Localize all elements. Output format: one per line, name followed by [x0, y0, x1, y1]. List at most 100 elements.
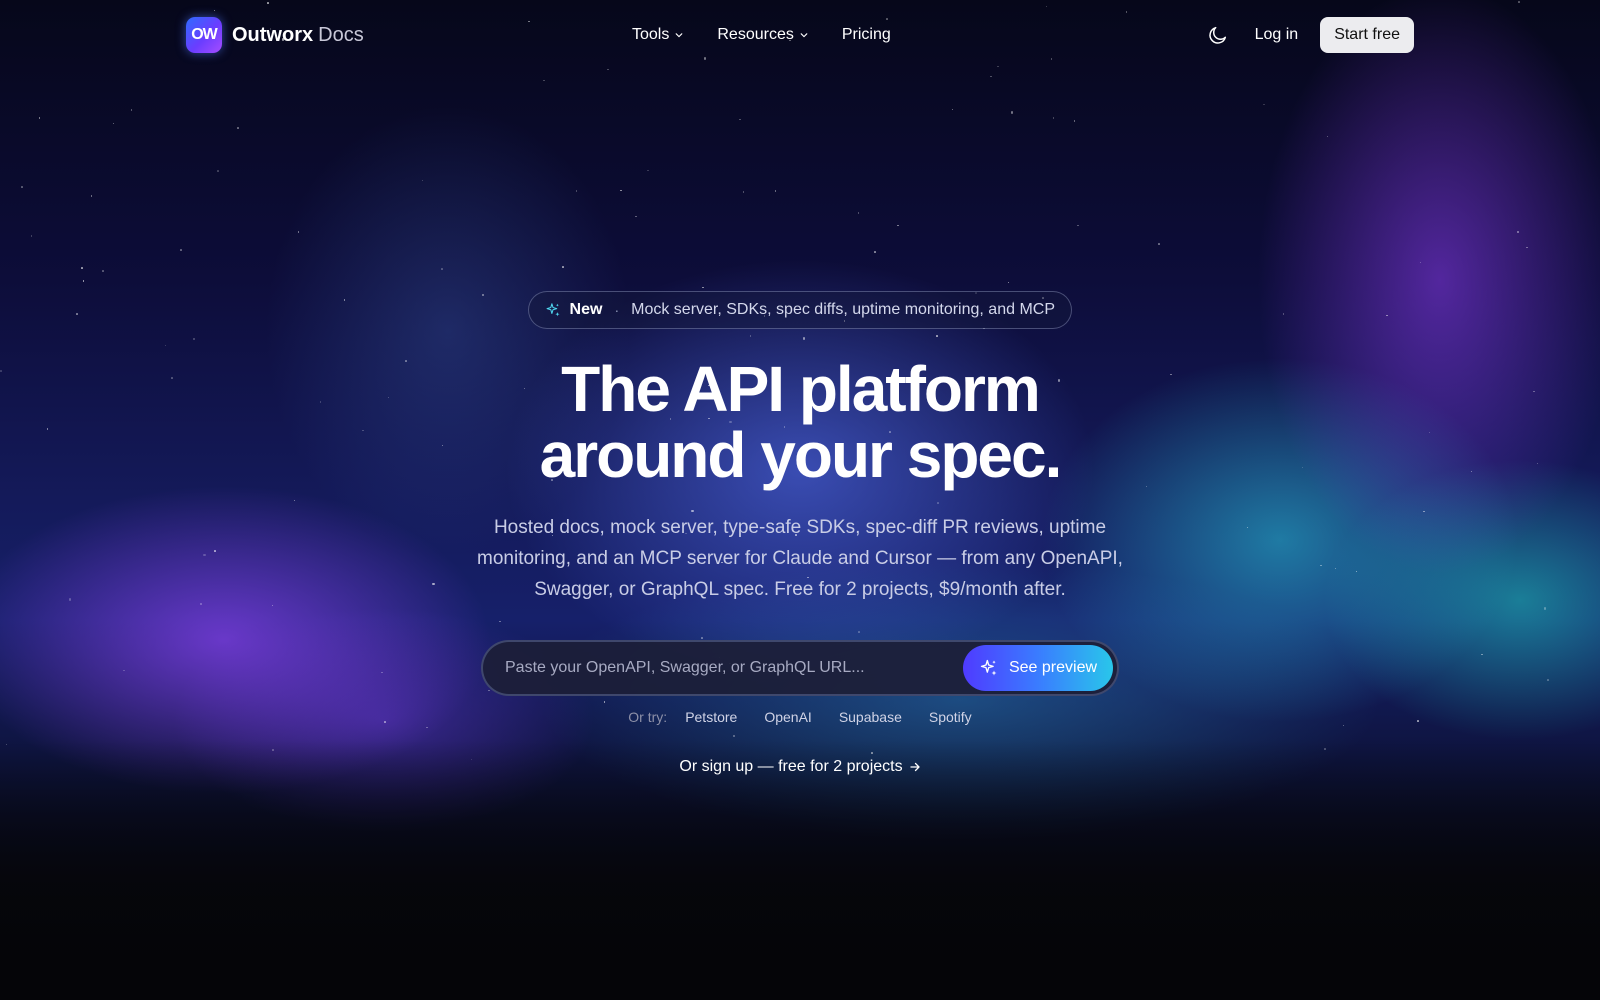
badge-new-label: New — [569, 301, 603, 318]
bottom-fade — [0, 740, 1600, 1000]
badge-text: Mock server, SDKs, spec diffs, uptime mo… — [631, 301, 1055, 318]
star-dot — [199, 602, 203, 606]
star-dot — [499, 620, 501, 623]
star-dot — [213, 9, 216, 12]
star-dot — [343, 299, 346, 301]
star-dot — [1045, 5, 1048, 8]
star-dot — [607, 68, 609, 71]
star-dot — [635, 215, 637, 218]
star-dot — [543, 79, 545, 82]
spec-url-input[interactable] — [505, 659, 963, 677]
nav-pricing-label: Pricing — [841, 26, 891, 43]
star-dot — [123, 669, 125, 672]
signup-link[interactable]: Or sign up — free for 2 projects — [679, 758, 920, 776]
star-dot — [164, 344, 167, 347]
star-dot — [749, 335, 752, 337]
star-dot — [1419, 261, 1421, 264]
brand-link[interactable]: OW Outworx Docs — [186, 17, 364, 53]
star-dot — [1158, 243, 1160, 245]
star-dot — [203, 553, 206, 557]
star-dot — [732, 734, 736, 738]
star-dot — [897, 224, 899, 226]
star-dot — [426, 726, 428, 729]
login-link[interactable]: Log in — [1255, 26, 1299, 44]
star-dot — [1320, 564, 1322, 567]
signup-row: Or sign up — free for 2 projects — [0, 758, 1600, 776]
star-dot — [180, 249, 182, 251]
star-dot — [990, 75, 992, 78]
try-label: Or try: — [628, 709, 668, 725]
chevron-down-icon — [675, 33, 683, 38]
star-dot — [267, 2, 269, 4]
star-dot — [441, 268, 443, 270]
star-dot — [703, 57, 707, 60]
star-dot — [102, 270, 104, 272]
star-dot — [1481, 653, 1483, 656]
star-dot — [701, 637, 703, 639]
nav-resources-label: Resources — [717, 26, 794, 43]
star-dot — [293, 499, 296, 502]
aurora-background — [0, 0, 1600, 1000]
star-dot — [90, 195, 93, 197]
star-dot — [620, 189, 622, 192]
signup-label: Or sign up — free for 2 projects — [679, 758, 903, 775]
star-dot — [1007, 281, 1010, 284]
star-dot — [297, 231, 300, 233]
star-dot — [936, 335, 938, 337]
star-dot — [1073, 120, 1076, 122]
star-dot — [1342, 724, 1345, 727]
star-dot — [874, 251, 876, 253]
star-dot — [1547, 679, 1549, 681]
star-dot — [112, 122, 115, 125]
try-supabase[interactable]: Supabase — [839, 709, 902, 725]
nav-tools-label: Tools — [632, 26, 670, 43]
star-dot — [575, 190, 578, 192]
try-openai[interactable]: OpenAI — [764, 709, 811, 725]
star-dot — [30, 235, 33, 237]
star-dot — [1052, 117, 1055, 119]
try-examples: Or try: Petstore OpenAI Supabase Spotify — [0, 709, 1600, 725]
star-dot — [488, 689, 490, 692]
nav-tools[interactable]: Tools — [632, 26, 683, 44]
star-dot — [271, 604, 274, 607]
announcement-badge[interactable]: New · Mock server, SDKs, spec diffs, upt… — [528, 291, 1072, 329]
moon-icon[interactable] — [1207, 24, 1229, 46]
sparkle-icon — [980, 659, 997, 676]
try-petstore[interactable]: Petstore — [685, 709, 737, 725]
start-free-button[interactable]: Start free — [1320, 17, 1414, 53]
star-dot — [1386, 314, 1388, 317]
star-dot — [647, 169, 649, 172]
star-dot — [82, 280, 85, 282]
star-dot — [68, 598, 72, 601]
see-preview-button[interactable]: See preview — [963, 645, 1113, 691]
star-dot — [217, 170, 219, 172]
star-dot — [1263, 103, 1265, 106]
try-spotify[interactable]: Spotify — [929, 709, 972, 725]
star-dot — [1010, 111, 1014, 114]
star-dot — [1326, 135, 1329, 138]
nav-actions: Log in Start free — [1207, 17, 1414, 53]
star-dot — [562, 266, 564, 268]
see-preview-label: See preview — [1008, 659, 1098, 676]
star-dot — [997, 65, 999, 68]
nav-pricing[interactable]: Pricing — [842, 26, 891, 44]
hero-subtext: Hosted docs, mock server, type-safe SDKs… — [477, 517, 1123, 600]
star-dot — [1077, 224, 1079, 227]
star-dot — [739, 118, 741, 121]
star-dot — [1543, 607, 1547, 610]
star-dot — [214, 550, 216, 552]
nav-resources[interactable]: Resources — [717, 26, 808, 44]
hero-headline: The API platform around your spec. — [0, 356, 1600, 488]
star-dot — [1334, 567, 1337, 570]
star-dot — [237, 127, 239, 129]
badge-separator: · — [614, 302, 620, 318]
star-dot — [1423, 510, 1425, 513]
star-dot — [802, 337, 806, 340]
star-dot — [702, 286, 704, 289]
star-dot — [603, 701, 606, 703]
star-dot — [381, 671, 383, 674]
spec-url-form: See preview — [481, 640, 1119, 696]
star-dot — [1125, 11, 1128, 13]
star-dot — [1355, 570, 1358, 573]
star-dot — [857, 212, 860, 214]
